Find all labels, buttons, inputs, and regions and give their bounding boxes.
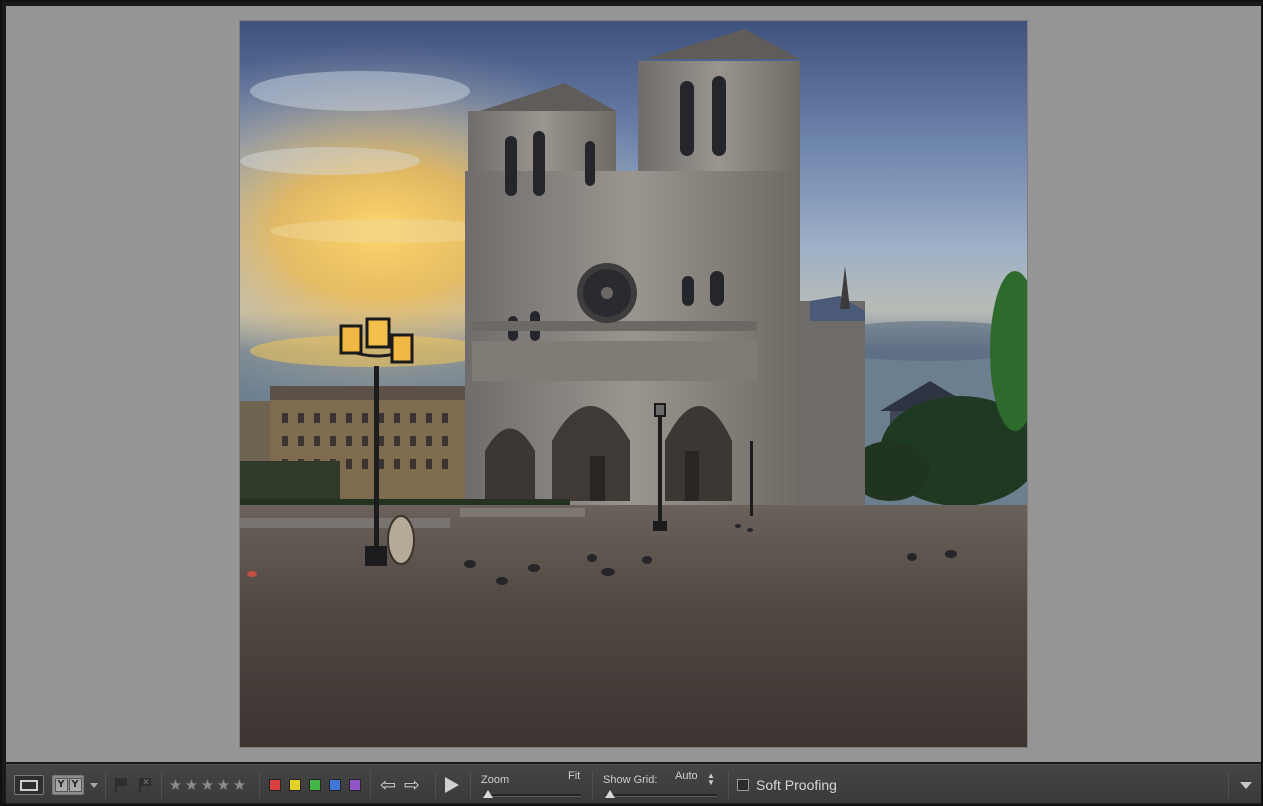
star-icon[interactable]: ★ [200, 776, 216, 794]
loupe-view-button[interactable] [14, 765, 44, 805]
color-label-green[interactable] [309, 779, 321, 791]
zoom-control: Zoom Fit [481, 770, 583, 800]
color-label-purple[interactable] [349, 779, 361, 791]
toolbar-divider [161, 771, 162, 799]
slideshow-button[interactable] [445, 765, 459, 805]
star-icon[interactable]: ★ [184, 776, 200, 794]
show-grid-value[interactable]: Auto [675, 770, 698, 782]
photo-image [240, 21, 1027, 747]
color-label-group [269, 765, 369, 805]
color-label-red[interactable] [269, 779, 281, 791]
flag-group [114, 765, 152, 805]
toolbar-divider [370, 771, 371, 799]
zoom-label: Zoom [481, 774, 510, 786]
zoom-slider[interactable] [483, 794, 581, 797]
zoom-slider-thumb[interactable] [483, 790, 493, 798]
star-icon[interactable]: ★ [168, 776, 184, 794]
stepper-icon[interactable]: ▲ ▼ [707, 772, 715, 787]
previous-photo-icon[interactable]: ⇦ [376, 774, 400, 796]
toolbar-menu-icon [1240, 781, 1252, 789]
reject-flag-icon[interactable] [138, 777, 152, 793]
toolbar-divider [1228, 771, 1229, 799]
compare-view-button[interactable]: YY [52, 765, 98, 805]
star-icon[interactable]: ★ [232, 776, 248, 794]
soft-proofing-toggle[interactable]: Soft Proofing [737, 765, 837, 805]
grid-slider-thumb[interactable] [605, 790, 615, 798]
toolbar-divider [470, 771, 471, 799]
toolbar-divider [105, 771, 106, 799]
next-photo-icon[interactable]: ⇨ [400, 774, 424, 796]
zoom-value: Fit [568, 770, 581, 782]
soft-proofing-checkbox[interactable] [737, 779, 749, 791]
grid-control: Show Grid: Auto ▲ ▼ [603, 770, 719, 800]
show-grid-label: Show Grid: [603, 774, 658, 786]
chevron-down-icon[interactable] [90, 782, 98, 788]
soft-proofing-label: Soft Proofing [756, 777, 837, 793]
navigation-group: ⇦ ⇨ [376, 765, 424, 805]
filmstrip-toolbar: YY ★ ★ ★ ★ ★ ⇦ ⇨ Zoom Fit Show Grid: Aut… [6, 764, 1261, 804]
grid-opacity-slider[interactable] [605, 794, 717, 797]
main-photo[interactable] [240, 21, 1027, 747]
star-icon[interactable]: ★ [216, 776, 232, 794]
toolbar-divider [259, 771, 260, 799]
lightroom-window: YY ★ ★ ★ ★ ★ ⇦ ⇨ Zoom Fit Show Grid: Aut… [0, 0, 1263, 806]
compare-view-icon: YY [52, 775, 84, 795]
toolbar-divider [728, 771, 729, 799]
color-label-yellow[interactable] [289, 779, 301, 791]
color-label-blue[interactable] [329, 779, 341, 791]
loupe-view-icon [14, 775, 44, 795]
toolbar-divider [592, 771, 593, 799]
toolbar-menu-button[interactable] [1240, 765, 1252, 805]
loupe-canvas [6, 6, 1261, 762]
play-icon [445, 777, 459, 793]
star-rating: ★ ★ ★ ★ ★ [168, 765, 248, 805]
pick-flag-icon[interactable] [114, 777, 128, 793]
toolbar-divider [435, 771, 436, 799]
